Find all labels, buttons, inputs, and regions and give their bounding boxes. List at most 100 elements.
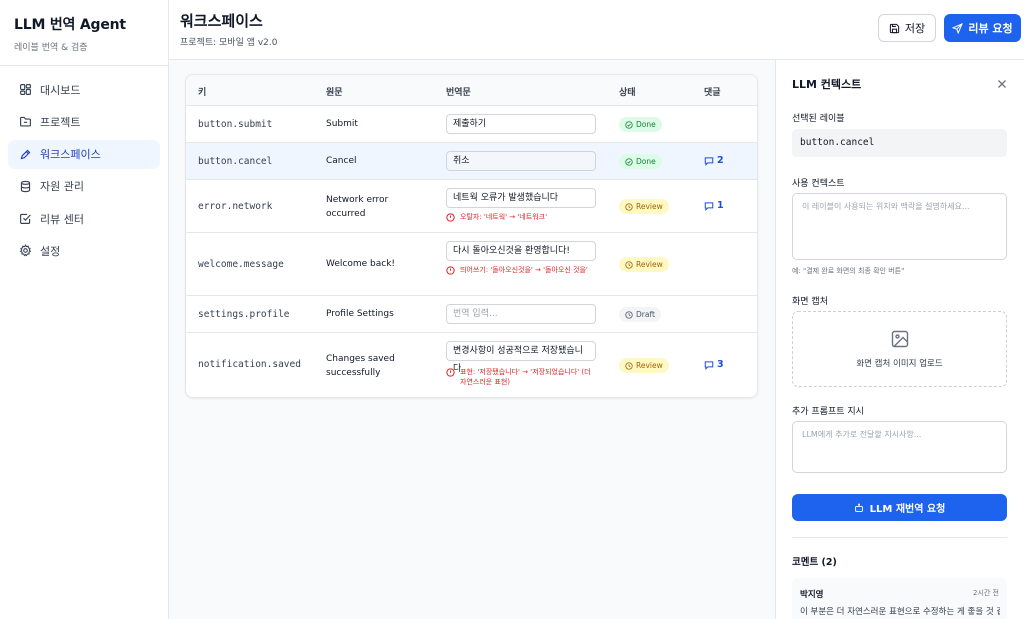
alert-circle-icon: [446, 213, 455, 222]
sidebar-item-settings[interactable]: 설정: [8, 236, 160, 265]
app-title: LLM 번역 Agent: [14, 17, 126, 33]
warning-text: 오탈자: '네트웍' → '네트워크': [460, 213, 547, 221]
table-row[interactable]: button.cancel Cancel 취소 Done 2: [186, 143, 757, 180]
sidebar-item-label: 리뷰 센터: [40, 212, 84, 226]
row-source: Network error occurred: [326, 195, 389, 219]
translation-input[interactable]: 취소: [446, 151, 596, 171]
check-circle-icon: [625, 157, 633, 166]
table-row[interactable]: notification.saved Changes saved success…: [186, 333, 757, 397]
review-request-button[interactable]: 리뷰 요청: [944, 14, 1021, 42]
capture-upload-label: 화면 캡처 이미지 업로드: [856, 359, 943, 369]
clock-icon: [625, 202, 633, 211]
status-label: Done: [636, 157, 656, 166]
robot-icon: [854, 502, 863, 512]
table-row[interactable]: settings.profile Profile Settings 번역 입력.…: [186, 296, 757, 333]
panel-title: LLM 컨텍스트: [792, 78, 862, 91]
comment-icon: [704, 201, 714, 211]
row-source: Cancel: [326, 156, 357, 166]
sidebar-item-label: 프로젝트: [40, 115, 81, 129]
comment-icon: [704, 156, 714, 166]
clock-icon: [625, 260, 633, 269]
database-icon: [19, 180, 32, 193]
check-circle-icon: [625, 120, 633, 129]
selected-label-value: button.cancel: [792, 129, 1007, 157]
sidebar-item-review-center[interactable]: 리뷰 센터: [8, 204, 160, 233]
column-header-status: 상태: [619, 88, 636, 98]
alert-circle-icon: [446, 368, 455, 377]
app-subtitle: 레이블 번역 & 검증: [14, 43, 88, 53]
alert-circle-icon: [446, 266, 455, 275]
main-content: 키 원문 번역문 상태 댓글 button.submit Submit 제출하기…: [169, 59, 775, 619]
status-badge: Done: [619, 154, 662, 169]
comment-count-button[interactable]: 2: [704, 155, 724, 166]
warning-text: 띄어쓰기: '돌아오신것을' → '돌아오신 것을': [460, 266, 588, 274]
clock-icon: [625, 361, 633, 370]
comment-count-button[interactable]: 1: [704, 200, 724, 211]
page-header: 워크스페이스 프로젝트: 모바일 앱 v2.0 저장 리뷰 요청: [169, 0, 1024, 59]
context-title: 사용 컨텍스트: [792, 179, 845, 189]
capture-upload-dropzone[interactable]: 화면 캡처 이미지 업로드: [792, 311, 1007, 387]
row-source: Profile Settings: [326, 309, 394, 319]
column-header-key: 키: [198, 88, 207, 98]
translation-table: 키 원문 번역문 상태 댓글 button.submit Submit 제출하기…: [185, 74, 758, 398]
translation-input[interactable]: 제출하기: [446, 114, 596, 134]
comments-title: 코멘트 (2): [792, 557, 837, 568]
context-hint: 예: "결제 완료 화면의 최종 확인 버튼": [792, 267, 905, 275]
dashboard-icon: [19, 83, 32, 96]
table-header: 키 원문 번역문 상태 댓글: [186, 75, 757, 106]
folder-icon: [19, 115, 32, 128]
sidebar-item-label: 자원 관리: [40, 180, 84, 194]
warning-text: 표현: '저장됐습니다' → '저장되었습니다' (더 자연스러운 표현): [460, 368, 591, 386]
table-row[interactable]: welcome.message Welcome back! 다시 돌아오신것을 …: [186, 233, 757, 296]
comment-icon: [704, 360, 714, 370]
table-row[interactable]: error.network Network error occurred 네트웍…: [186, 180, 757, 233]
capture-title: 화면 캡처: [792, 297, 828, 307]
llm-retranslate-button[interactable]: LLM 재번역 요청: [792, 494, 1007, 521]
row-key: button.submit: [198, 119, 273, 130]
prompt-textarea[interactable]: LLM에게 추가로 전달할 지시사항...: [792, 421, 1007, 473]
comment-time: 2시간 전: [973, 589, 999, 597]
translation-input[interactable]: 변경사항이 성공적으로 저장됐습니다: [446, 341, 596, 374]
sidebar-item-dashboard[interactable]: 대시보드: [8, 75, 160, 104]
sidebar-item-projects[interactable]: 프로젝트: [8, 107, 160, 136]
brand: LLM 번역 Agent 레이블 번역 & 검증: [0, 0, 168, 66]
column-header-comments: 댓글: [704, 88, 721, 98]
image-icon: [891, 330, 908, 348]
row-source: Welcome back!: [326, 259, 396, 269]
row-key: welcome.message: [198, 259, 284, 270]
clock-icon: [625, 310, 633, 319]
save-button[interactable]: 저장: [878, 14, 936, 42]
sidebar-nav: 대시보드 프로젝트 워크스페이스 자원 관리 리뷰 센터 설정: [0, 66, 168, 278]
comment-count-button[interactable]: 3: [704, 359, 724, 370]
row-source: Changes saved successfully: [326, 354, 395, 378]
send-icon: [952, 22, 964, 34]
translation-input[interactable]: 다시 돌아오신것을 환영합니다!: [446, 241, 596, 261]
status-label: Review: [636, 260, 663, 269]
status-badge: Done: [619, 117, 662, 132]
llm-context-panel: LLM 컨텍스트 선택된 레이블 button.cancel 사용 컨텍스트 이…: [775, 59, 1024, 619]
table-row[interactable]: button.submit Submit 제출하기 Done: [186, 106, 757, 143]
comment-count: 2: [717, 155, 724, 166]
row-key: button.cancel: [198, 156, 273, 167]
gear-icon: [19, 244, 32, 257]
pen-icon: [19, 148, 32, 161]
page-subtitle: 프로젝트: 모바일 앱 v2.0: [180, 38, 278, 48]
column-header-source: 원문: [326, 88, 343, 98]
close-icon[interactable]: [997, 79, 1007, 89]
context-textarea[interactable]: 이 레이블이 사용되는 위치와 맥락을 설명하세요...: [792, 193, 1007, 260]
selected-label-title: 선택된 레이블: [792, 114, 845, 124]
translation-input[interactable]: 네트웍 오류가 발생했습니다: [446, 188, 596, 208]
sidebar-item-resources[interactable]: 자원 관리: [8, 172, 160, 201]
save-label: 저장: [904, 22, 926, 35]
sidebar-item-workspace[interactable]: 워크스페이스: [8, 139, 160, 169]
sidebar-item-label: 대시보드: [40, 83, 81, 97]
comment-card: 박지영 2시간 전 이 부분은 더 자연스러운 표현으로 수정하는 게 좋을 것…: [792, 578, 1007, 619]
status-label: Review: [636, 361, 663, 370]
translation-input[interactable]: 번역 입력...: [446, 304, 596, 324]
comment-text: 이 부분은 더 자연스러운 표현으로 수정하는 게 좋을 것 같아요: [800, 607, 1000, 617]
validation-warning: 띄어쓰기: '돌아오신것을' → '돌아오신 것을': [446, 265, 606, 275]
sidebar-item-label: 설정: [40, 244, 61, 258]
sidebar-item-label: 워크스페이스: [40, 148, 101, 162]
status-label: Done: [636, 120, 656, 129]
status-badge: Review: [619, 257, 669, 272]
